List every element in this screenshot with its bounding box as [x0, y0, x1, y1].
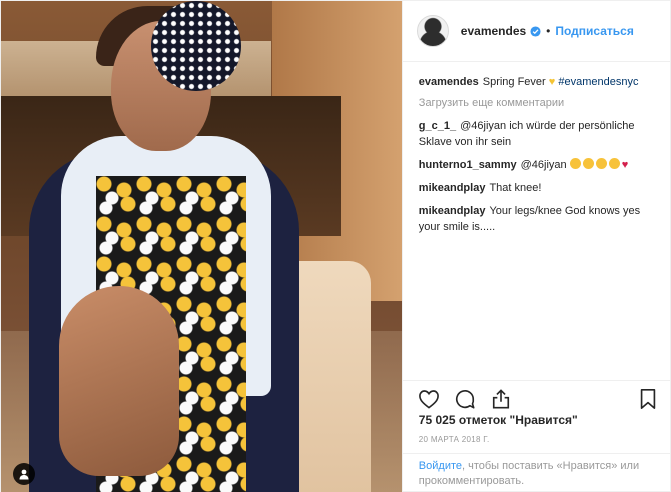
- comment-item: mikeandplay Your legs/knee God knows yes …: [419, 203, 654, 235]
- comment-username[interactable]: mikeandplay: [419, 205, 486, 217]
- caption-username[interactable]: evamendes: [419, 76, 479, 88]
- load-more-comments-button[interactable]: Загрузить еще комментарии: [419, 97, 654, 109]
- instagram-post: evamendes • Подписаться evamendes Spring …: [0, 0, 671, 492]
- post-header: evamendes • Подписаться: [402, 1, 670, 62]
- heart-icon[interactable]: [417, 387, 441, 411]
- heart-emoji-icon: ♥: [621, 159, 629, 171]
- author-avatar[interactable]: [416, 15, 449, 47]
- login-prompt: Войдите, чтобы поставить «Нравится» или …: [402, 453, 671, 492]
- photo-headscarf: [151, 1, 241, 91]
- photo-knee: [59, 286, 179, 476]
- comment-text: @46jiyan: [520, 159, 567, 171]
- verified-badge-icon: [530, 25, 541, 37]
- post-date[interactable]: 20 МАРТА 2018 Г.: [419, 435, 490, 444]
- like-count[interactable]: 75 025 отметок "Нравится": [419, 413, 578, 427]
- post-photo[interactable]: [1, 1, 402, 492]
- caption-text: Spring Fever: [482, 76, 546, 88]
- post-sidebar: evamendes • Подписаться evamendes Spring …: [401, 1, 671, 492]
- comment-username[interactable]: g_c_1_: [419, 120, 456, 132]
- comment-item: g_c_1_ @46jiyan ich würde der persönliche…: [419, 118, 654, 150]
- login-link[interactable]: Войдите: [419, 460, 462, 472]
- caption: evamendes Spring Fever ♥ #evamendesnyc: [419, 74, 654, 90]
- crying-emoji-icon: [569, 158, 622, 171]
- bookmark-icon[interactable]: [636, 387, 660, 411]
- comment-text: That knee!: [489, 182, 542, 194]
- action-bar: [402, 380, 671, 411]
- user-tag-icon[interactable]: [13, 463, 35, 485]
- comment-username[interactable]: mikeandplay: [419, 182, 486, 194]
- comment-item: mikeandplay That knee!: [419, 180, 654, 196]
- header-separator: •: [546, 24, 551, 38]
- comment-username[interactable]: hunterno1_sammy: [419, 159, 517, 171]
- comment-list: evamendes Spring Fever ♥ #evamendesnyc За…: [403, 62, 670, 235]
- comment-item: hunterno1_sammy @46jiyan ♥: [419, 157, 654, 173]
- author-username[interactable]: evamendes: [461, 24, 526, 38]
- yellow-heart-emoji-icon: ♥: [548, 76, 556, 88]
- follow-button[interactable]: Подписаться: [555, 24, 633, 38]
- comment-icon[interactable]: [453, 387, 477, 411]
- caption-hashtag[interactable]: #evamendesnyc: [558, 76, 638, 88]
- share-icon[interactable]: [489, 387, 513, 411]
